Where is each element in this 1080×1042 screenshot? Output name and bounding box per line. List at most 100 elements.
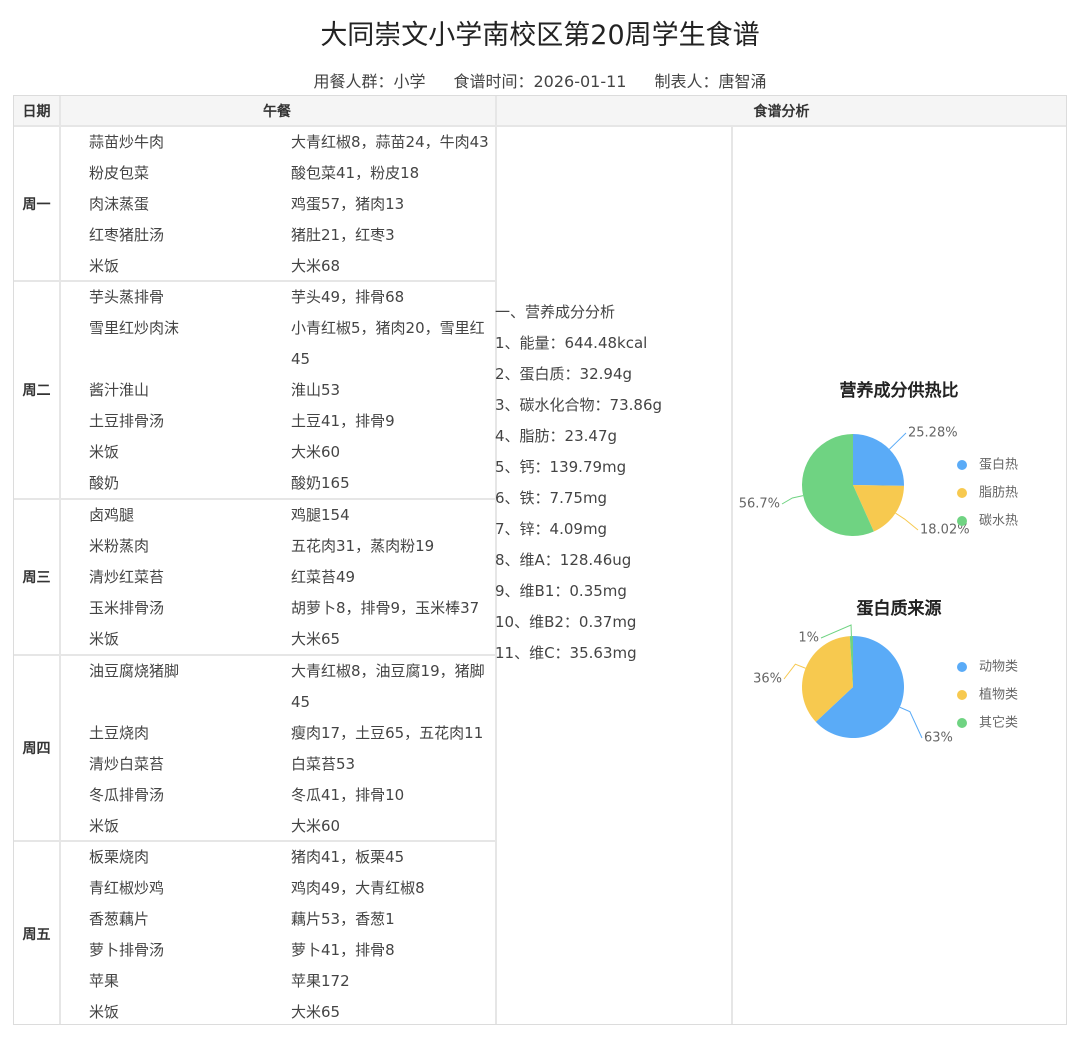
protein-source-pie-chart: 63% 36% 1% 动物类植物类其它类: [753, 624, 1018, 746]
header-analysis: 食谱分析: [497, 96, 1066, 127]
dish-name: 雪里红炒肉沫: [89, 319, 180, 337]
dish-name: 苹果: [89, 972, 120, 990]
dish-name: 土豆烧肉: [89, 724, 150, 742]
dish-name: 酱汁淮山: [89, 381, 150, 399]
header-day: 日期: [14, 96, 59, 127]
day-label: 周四: [22, 741, 51, 757]
dish-ingredients: 土豆41，排骨9: [291, 412, 395, 430]
pie-label-line: [899, 706, 923, 739]
dish-ingredients: 大米65: [291, 1003, 341, 1021]
dish-name: 玉米排骨汤: [89, 599, 165, 617]
dish-ingredients: 大米68: [291, 257, 341, 275]
dish-ingredients: 大青红椒8，油豆腐19，猪脚45: [291, 662, 485, 711]
analysis-item: 8、维A：128.46ug: [495, 551, 632, 569]
legend-label: 碳水热: [979, 514, 1018, 529]
dish-name: 红枣猪肚汤: [89, 226, 165, 244]
pie-value-label: 1%: [798, 631, 819, 646]
legend-marker: [957, 662, 967, 672]
dish-ingredients: 酸包菜41，粉皮18: [291, 164, 420, 182]
dish-name: 萝卜排骨汤: [89, 941, 165, 959]
analysis-item: 1、能量：644.48kcal: [495, 334, 648, 352]
dish-ingredients: 大青红椒8，蒜苗24，牛肉43: [291, 133, 489, 151]
dish-name: 板栗烧肉: [89, 848, 150, 866]
dish-ingredients: 冬瓜41，排骨10: [291, 786, 405, 804]
chart-title-energy: 营养成分供热比: [839, 381, 959, 401]
day-label: 周一: [22, 196, 51, 213]
legend-label: 其它类: [979, 715, 1018, 731]
day-block: 周四 油豆腐烧猪脚 大青红椒8，油豆腐19，猪脚45 土豆烧肉 瘦肉17，土豆65，五花…: [14, 656, 495, 842]
analysis-heading: 一、营养成分分析: [495, 303, 616, 321]
dish-ingredients: 芋头49，排骨68: [291, 288, 405, 306]
dish-ingredients: 大米60: [291, 443, 341, 461]
dish-ingredients: 猪肉41，板栗45: [291, 848, 405, 866]
pie-label-line: [889, 432, 907, 450]
day-block: 周二 芋头蒸排骨 芋头49，排骨68 雪里红炒肉沫 小青红椒5，猪肉20，雪里红45 酱汁…: [14, 282, 495, 500]
legend-marker: [957, 460, 967, 470]
dish-name: 米饭: [89, 817, 120, 835]
pie-value-label: 36%: [753, 672, 782, 687]
day-label: 周五: [22, 926, 51, 943]
dish-name: 米饭: [89, 630, 120, 648]
pie-label-line: [781, 495, 804, 505]
column-divider: [731, 127, 733, 1024]
dish-name: 香葱藕片: [89, 910, 150, 928]
nutrition-analysis: 一、营养成分分析 1、能量：644.48kcal 2、蛋白质：32.94g 3、碳水化…: [495, 297, 720, 669]
dish-ingredients: 淮山53: [291, 381, 341, 399]
pie-value-label: 25.28%: [908, 426, 958, 441]
legend-label: 脂肪热: [979, 485, 1018, 501]
dish-name: 肉沫蒸蛋: [89, 195, 150, 213]
day-label: 周二: [22, 383, 51, 399]
analysis-item: 10、维B2：0.37mg: [495, 613, 637, 631]
dish-name: 米饭: [89, 1003, 120, 1021]
dish-name: 清炒红菜苔: [89, 568, 165, 586]
dish-name: 清炒白菜苔: [89, 755, 165, 773]
legend-label: 蛋白热: [979, 457, 1018, 473]
day-block: 周五 板栗烧肉 猪肉41，板栗45 青红椒炒鸡 鸡肉49，大青红椒8 香葱藕片 藕片53，香…: [14, 842, 495, 1025]
dish-ingredients: 藕片53，香葱1: [291, 910, 395, 928]
dish-ingredients: 五花肉31，蒸肉粉19: [291, 537, 435, 555]
dish-name: 卤鸡腿: [89, 506, 135, 524]
analysis-item: 4、脂肪：23.47g: [495, 427, 618, 445]
dish-ingredients: 萝卜41，排骨8: [291, 941, 395, 959]
page-subtitle: 用餐人群：小学 食谱时间：2026-01-11 制表人：唐智涌: [0, 70, 1080, 94]
legend-marker: [957, 718, 967, 728]
analysis-item: 6、铁：7.75mg: [495, 489, 608, 507]
dish-ingredients: 酸奶165: [291, 474, 350, 492]
dish-ingredients: 鸡蛋57，猪肉13: [291, 195, 405, 213]
legend-marker: [957, 690, 967, 700]
dish-name: 米饭: [89, 443, 120, 461]
dish-name: 米粉蒸肉: [89, 537, 150, 555]
analysis-item: 2、蛋白质：32.94g: [495, 365, 633, 383]
dish-name: 酸奶: [89, 474, 120, 492]
pie-label-line: [783, 663, 806, 680]
dish-ingredients: 白菜苔53: [291, 755, 356, 773]
dish-name: 油豆腐烧猪脚: [89, 662, 180, 680]
legend-label: 动物类: [979, 660, 1018, 675]
chart-title-protein: 蛋白质来源: [856, 599, 942, 619]
energy-ratio-pie-chart: 25.28%18.02%56.7%蛋白热脂肪热碳水热: [739, 426, 1018, 538]
dish-name: 冬瓜排骨汤: [89, 786, 165, 804]
dish-ingredients: 红菜苔49: [291, 568, 356, 586]
dish-name: 芋头蒸排骨: [89, 288, 165, 306]
legend-marker: [957, 516, 967, 526]
day-label: 周三: [22, 570, 51, 586]
analysis-item: 3、碳水化合物：73.86g: [495, 396, 663, 414]
analysis-item: 11、维C：35.63mg: [495, 644, 637, 662]
dish-ingredients: 猪肚21，红枣3: [291, 226, 395, 244]
dish-ingredients: 瘦肉17，土豆65，五花肉11: [291, 724, 484, 742]
menu-author: 制表人：唐智涌: [654, 72, 767, 91]
analysis-item: 5、钙：139.79mg: [495, 458, 627, 476]
dish-ingredients: 胡萝卜8，排骨9，玉米棒37: [291, 599, 480, 617]
day-block: 周三 卤鸡腿 鸡腿154 米粉蒸肉 五花肉31，蒸肉粉19 清炒红菜苔 红菜苔49 玉米排骨汤…: [14, 500, 495, 656]
dish-ingredients: 大米65: [291, 630, 341, 648]
pie-value-label: 56.7%: [739, 497, 780, 512]
analysis-item: 9、维B1：0.35mg: [495, 582, 627, 600]
day-block: 周一 蒜苗炒牛肉 大青红椒8，蒜苗24，牛肉43 粉皮包菜 酸包菜41，粉皮18 肉沫蒸蛋…: [14, 127, 495, 282]
dish-ingredients: 小青红椒5，猪肉20，雪里红45: [291, 319, 485, 368]
dish-ingredients: 鸡腿154: [291, 506, 350, 524]
dish-ingredients: 苹果172: [291, 972, 350, 990]
pie-label-line: [820, 624, 852, 639]
dish-ingredients: 鸡肉49，大青红椒8: [291, 879, 425, 897]
header-lunch: 午餐: [59, 96, 495, 127]
dish-ingredients: 大米60: [291, 817, 341, 835]
